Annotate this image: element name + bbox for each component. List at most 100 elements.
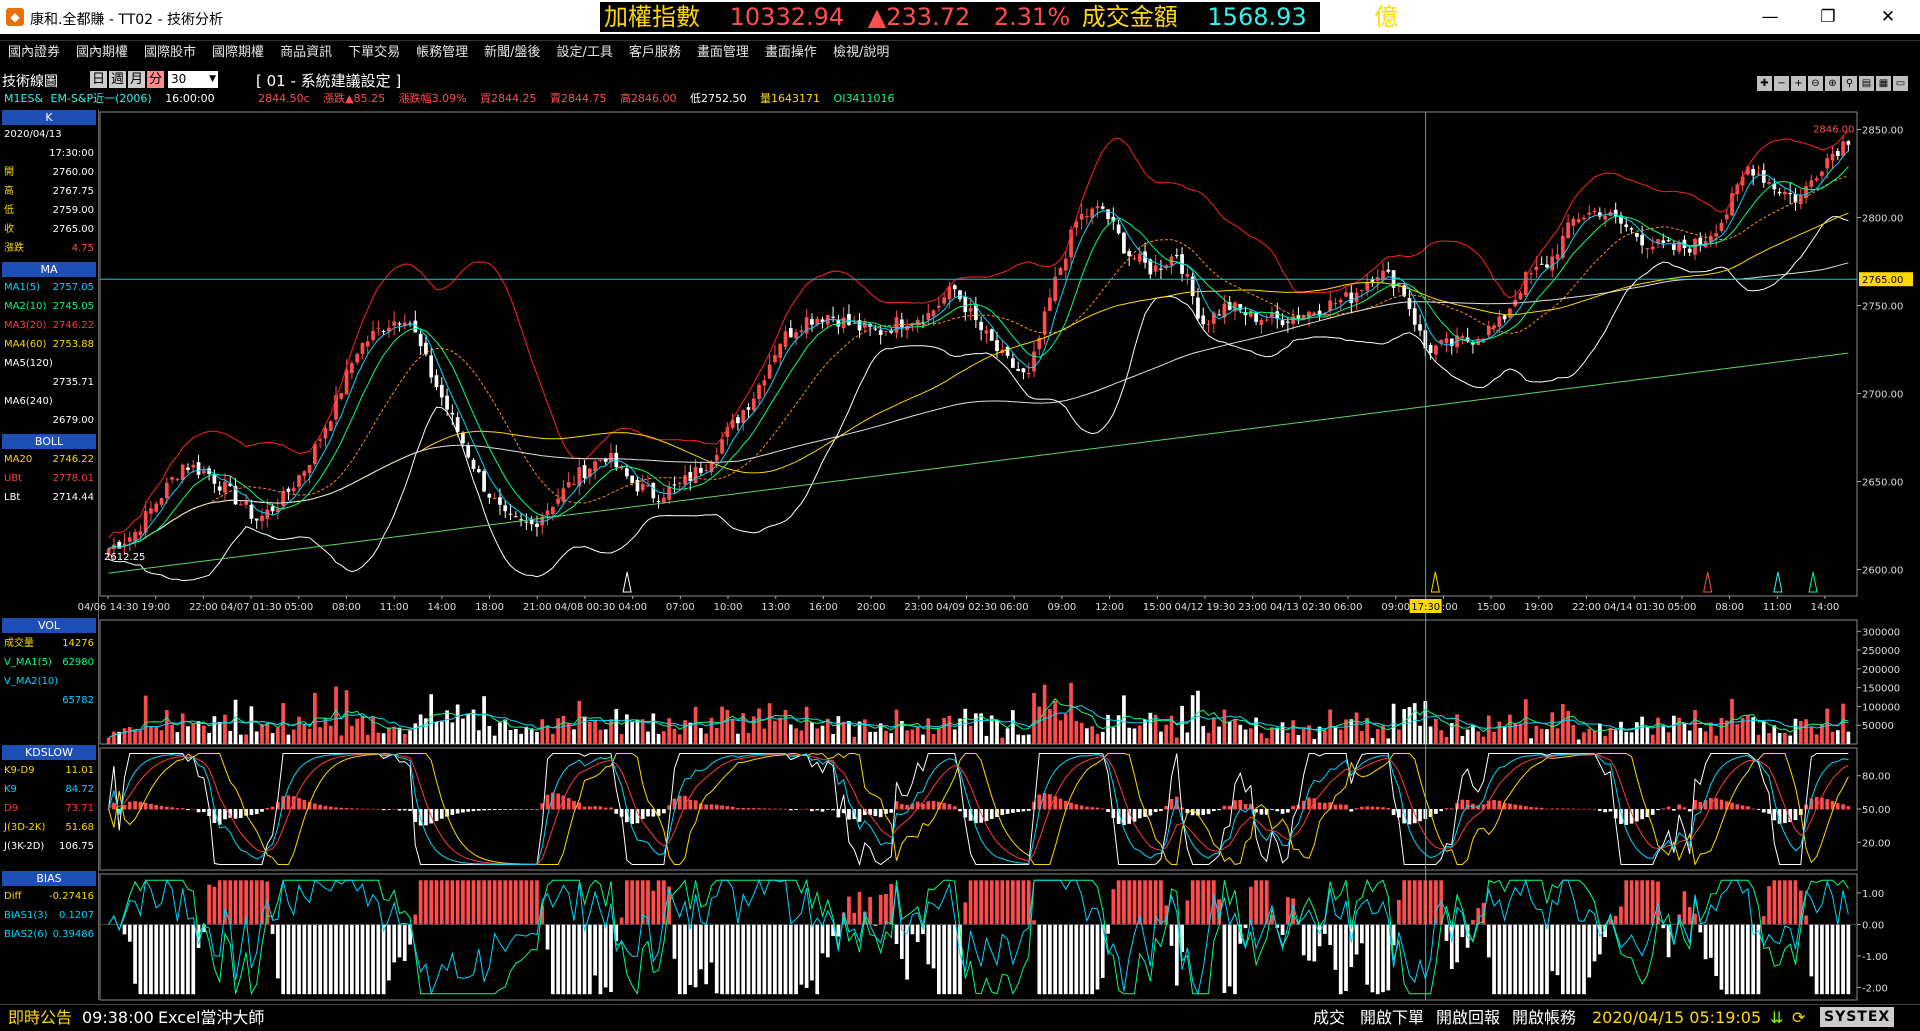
bias-diff-bar bbox=[1159, 880, 1163, 925]
volume-bar bbox=[1100, 731, 1105, 744]
bias-diff-bar bbox=[424, 880, 428, 925]
bias-diff-bar bbox=[894, 924, 899, 944]
bias-diff-bar bbox=[746, 924, 751, 995]
cursor-time-label: 17:30 bbox=[1411, 602, 1440, 613]
kd-diff-bar bbox=[1492, 800, 1496, 810]
volume-bar bbox=[159, 730, 164, 744]
kd-diff-bar bbox=[297, 797, 301, 810]
kd-diff-bar bbox=[688, 800, 693, 810]
volume-bar bbox=[725, 709, 730, 744]
volume-bar bbox=[1180, 705, 1184, 744]
candle-body bbox=[471, 459, 476, 469]
bias-diff-bar bbox=[709, 924, 714, 963]
volume-bar bbox=[905, 730, 909, 744]
volume-bar bbox=[1545, 729, 1549, 744]
candle-body bbox=[1291, 316, 1295, 324]
bias-diff-bar bbox=[1629, 880, 1634, 925]
volume-bar bbox=[1719, 717, 1724, 744]
bias-diff-bar bbox=[757, 924, 761, 995]
volume-bar bbox=[434, 721, 439, 744]
bias-diff-bar bbox=[1555, 924, 1560, 976]
bias-diff-bar bbox=[1143, 880, 1147, 925]
bias-diff-bar bbox=[1624, 880, 1629, 925]
bias-diff-bar bbox=[328, 924, 333, 995]
kd-diff-bar bbox=[1746, 806, 1750, 810]
volume-bar bbox=[1407, 707, 1412, 744]
volume-bar bbox=[1634, 722, 1639, 744]
candle-body bbox=[1048, 297, 1052, 311]
bias-diff-bar bbox=[339, 924, 344, 995]
volume-bar bbox=[334, 686, 338, 744]
open-order-button[interactable]: 開啟下單 bbox=[1360, 1005, 1424, 1031]
bias-diff-bar bbox=[1190, 880, 1195, 925]
bias-diff-bar bbox=[1095, 924, 1100, 990]
volume-bar bbox=[1650, 734, 1655, 744]
bias-diff-bar bbox=[683, 924, 687, 995]
kd-diff-bar bbox=[762, 808, 767, 810]
trade-button[interactable]: 成交 bbox=[1313, 1005, 1345, 1031]
kd-diff-bar bbox=[492, 809, 497, 810]
candle-body bbox=[1201, 315, 1206, 325]
kd-diff-bar bbox=[1370, 806, 1375, 810]
candle-body bbox=[545, 510, 550, 516]
bias-diff-bar bbox=[1116, 880, 1121, 925]
kd-diff-bar bbox=[984, 809, 989, 822]
kd-diff-bar bbox=[1508, 803, 1512, 810]
volume-bar bbox=[1021, 735, 1026, 744]
volume-bar bbox=[1571, 725, 1576, 744]
volume-bar bbox=[429, 694, 434, 744]
announcement-label[interactable]: 即時公告 bbox=[8, 1005, 72, 1031]
refresh-icon[interactable]: ⟳ bbox=[1792, 1005, 1805, 1031]
volume-bar bbox=[730, 718, 735, 744]
kd-diff-bar bbox=[609, 807, 613, 810]
bias-diff-bar bbox=[736, 924, 740, 995]
open-report-button[interactable]: 開啟回報 bbox=[1436, 1005, 1500, 1031]
kd-diff-bar bbox=[545, 794, 550, 810]
signal-triangle bbox=[1703, 571, 1713, 593]
bias-diff-bar bbox=[143, 924, 148, 995]
candle-body bbox=[418, 333, 423, 347]
kd-diff-bar bbox=[635, 809, 640, 824]
candle-body bbox=[360, 343, 365, 354]
volume-axis-label: 50000 bbox=[1862, 721, 1894, 732]
bias-diff-bar bbox=[313, 924, 317, 995]
candle-body bbox=[302, 471, 307, 477]
volume-bar bbox=[376, 732, 381, 744]
bias-diff-bar bbox=[968, 880, 973, 925]
bias-diff-bar bbox=[1428, 880, 1433, 925]
volume-bar bbox=[302, 723, 307, 744]
kd-diff-bar bbox=[741, 807, 746, 810]
kd-diff-bar bbox=[381, 809, 386, 811]
kd-diff-bar bbox=[587, 806, 592, 810]
bias-diff-bar bbox=[1132, 880, 1137, 925]
candle-body bbox=[1783, 191, 1787, 195]
bias-diff-bar bbox=[1486, 924, 1491, 958]
technical-chart[interactable]: 2846.00 2612.25 2850.00 2800.00 2750.00 2700… bbox=[0, 0, 1920, 1004]
time-axis-label: 22:00 bbox=[1572, 602, 1601, 613]
kd-axis-label: 50.00 bbox=[1862, 805, 1891, 816]
kd-diff-bar bbox=[392, 808, 397, 810]
volume-bar bbox=[1053, 700, 1058, 744]
bias-diff-bar bbox=[1508, 924, 1512, 995]
bias-diff-bar bbox=[487, 880, 492, 925]
bias-diff-bar bbox=[387, 924, 391, 981]
kd-diff-bar bbox=[1270, 809, 1274, 810]
excel-daytrade-link[interactable]: Excel當沖大師 bbox=[158, 1005, 264, 1031]
kd-diff-bar bbox=[614, 809, 619, 814]
candle-body bbox=[503, 505, 508, 512]
kdslow-panel bbox=[106, 752, 1851, 867]
bias-diff-bar bbox=[212, 886, 217, 925]
kd-diff-bar bbox=[1571, 808, 1576, 810]
volume-bar bbox=[170, 724, 174, 744]
kd-diff-bar bbox=[1016, 809, 1021, 813]
bias-diff-bar bbox=[1069, 924, 1073, 995]
open-account-button[interactable]: 開啟帳務 bbox=[1512, 1005, 1576, 1031]
bias-diff-bar bbox=[1777, 880, 1782, 925]
candle-body bbox=[350, 363, 354, 374]
candle-body bbox=[1407, 297, 1412, 310]
volume-bar bbox=[133, 729, 137, 744]
bias-diff-bar bbox=[180, 924, 185, 995]
kd-diff-bar bbox=[482, 809, 486, 811]
bias-diff-bar bbox=[572, 924, 576, 995]
volume-bar bbox=[672, 728, 677, 744]
